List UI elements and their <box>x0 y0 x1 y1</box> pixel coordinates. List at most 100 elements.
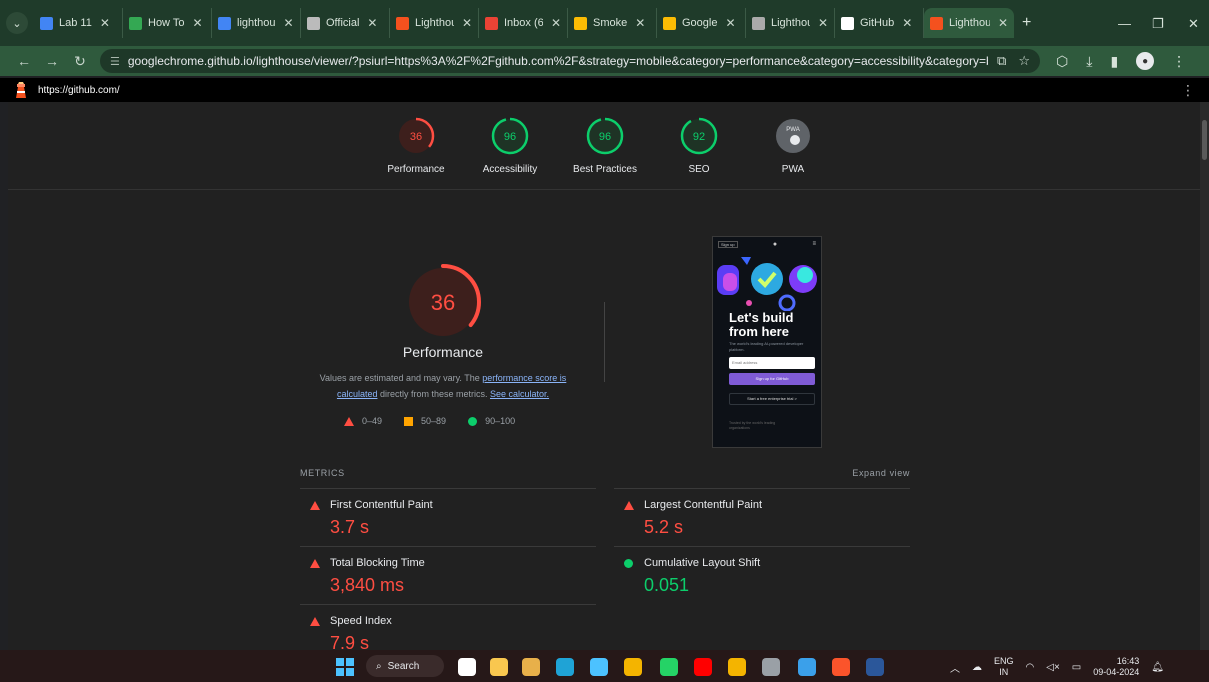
notion-icon[interactable] <box>458 658 476 676</box>
browser-tab[interactable]: GitHub ✕ <box>835 8 924 38</box>
expand-view-toggle[interactable]: Expand view <box>852 468 910 478</box>
notification-bell-icon[interactable]: 🔔︎ <box>1151 662 1164 673</box>
browser-tab[interactable]: Lighthou ✕ <box>924 8 1014 38</box>
gauge-score: 96 <box>599 131 611 143</box>
tab-title: GitHub <box>860 17 895 29</box>
metric-name: Speed Index <box>330 615 392 627</box>
close-window-icon[interactable]: ✕ <box>1188 16 1199 32</box>
side-panel-icon[interactable]: ▮ <box>1110 53 1118 70</box>
gauge-pwa[interactable]: PWA PWA <box>748 116 838 175</box>
weather-icon[interactable]: ☁ <box>972 662 982 673</box>
browser-tab[interactable]: Lighthou ✕ <box>746 8 835 38</box>
browser-tab[interactable]: Lighthou ✕ <box>390 8 479 38</box>
clock-time: 16:43 <box>1116 656 1140 666</box>
metric-name: First Contentful Paint <box>330 499 433 511</box>
pass-circle-icon <box>624 559 633 568</box>
screenshot-cta: Sign up for GitHub <box>729 373 815 385</box>
browser-tab[interactable]: Smoke ✕ <box>568 8 657 38</box>
close-tab-icon[interactable]: ✕ <box>551 16 561 30</box>
site-info-icon[interactable]: ☰ <box>110 55 120 68</box>
minimize-icon[interactable]: — <box>1118 16 1131 31</box>
browser-tab[interactable]: lighthou ✕ <box>212 8 301 38</box>
gauge-seo[interactable]: 92 SEO <box>654 116 744 175</box>
see-calculator-link[interactable]: See calculator. <box>490 389 549 399</box>
reload-icon[interactable]: ↻ <box>66 53 94 70</box>
chrome-menu-icon[interactable]: ⋮ <box>1172 53 1186 70</box>
browser-tab[interactable]: How To ✕ <box>123 8 212 38</box>
fail-triangle-icon <box>310 501 320 510</box>
leaf-icon <box>129 16 142 30</box>
taskbar-search-label: Search <box>387 660 420 672</box>
close-tab-icon[interactable]: ✕ <box>725 16 735 30</box>
close-tab-icon[interactable]: ✕ <box>100 16 110 30</box>
tab-title: Lighthou <box>949 17 990 29</box>
close-tab-icon[interactable]: ✕ <box>902 16 912 30</box>
edge-icon[interactable] <box>556 658 574 676</box>
image-icon <box>752 16 765 30</box>
chrome-active-icon[interactable] <box>762 658 780 676</box>
fail-triangle-icon <box>310 559 320 568</box>
report-menu-icon[interactable]: ⋮ <box>1181 82 1195 99</box>
browser-tab[interactable]: Google ✕ <box>657 8 746 38</box>
chrome-icon[interactable] <box>728 658 746 676</box>
whatsapp-icon[interactable] <box>660 658 678 676</box>
page-scrollbar[interactable] <box>1200 102 1209 650</box>
gauge-ring: 96 <box>491 117 529 155</box>
youtube-icon[interactable] <box>694 658 712 676</box>
metric-largest-contentful-paint: Largest Contentful Paint 5.2 s <box>614 488 910 546</box>
gmail-icon <box>485 16 498 30</box>
forward-arrow-icon[interactable]: → <box>38 53 66 69</box>
notepad-icon[interactable] <box>590 658 608 676</box>
clock[interactable]: 16:43 09-04-2024 <box>1093 656 1139 678</box>
tab-title: lighthou <box>237 17 276 29</box>
back-arrow-icon[interactable]: ← <box>10 53 38 69</box>
close-tab-icon[interactable]: ✕ <box>192 16 202 30</box>
wifi-icon[interactable]: ◠ <box>1026 662 1035 673</box>
download-icon[interactable]: ⤓ <box>1086 53 1092 70</box>
vscode-icon[interactable] <box>798 658 816 676</box>
vertical-divider <box>604 302 605 382</box>
new-tab-button[interactable]: + <box>1022 14 1031 32</box>
chrome-icon[interactable] <box>624 658 642 676</box>
gauge-accessibility[interactable]: 96 Accessibility <box>465 116 555 175</box>
legend-average: 50–89 <box>421 416 447 426</box>
tab-search-chevron-icon[interactable]: ⌄ <box>6 12 28 34</box>
restore-icon[interactable]: ❐ <box>1152 16 1164 32</box>
brave-icon[interactable] <box>832 658 850 676</box>
taskbar-search[interactable]: ⌕ Search <box>366 655 444 677</box>
browser-toolbar: ← → ↻ ☰ googlechrome.github.io/lighthous… <box>0 46 1209 76</box>
browser-tab[interactable]: Official ✕ <box>301 8 390 38</box>
browser-tab[interactable]: Inbox (6 ✕ <box>479 8 568 38</box>
close-tab-icon[interactable]: ✕ <box>462 16 472 30</box>
tab-strip: ⌄ Lab 11 ✕ How To ✕ lighthou ✕ Official ✕ Lighth… <box>0 0 1209 46</box>
browser-tab[interactable]: Lab 11 ✕ <box>34 8 123 38</box>
file-explorer-icon[interactable] <box>490 658 508 676</box>
close-tab-icon[interactable]: ✕ <box>635 16 645 30</box>
page-screenshot-thumbnail[interactable]: Sign up ● ≡ Let's build from here The wo… <box>712 236 822 448</box>
volume-icon[interactable]: ◁× <box>1046 662 1060 673</box>
fail-triangle-icon <box>310 617 320 626</box>
extensions-icon[interactable]: ⬡ <box>1056 53 1068 70</box>
language-indicator[interactable]: ENG IN <box>994 656 1014 678</box>
close-tab-icon[interactable]: ✕ <box>998 16 1008 30</box>
bookmark-star-icon[interactable]: ☆ <box>1018 53 1030 69</box>
address-bar[interactable]: ☰ googlechrome.github.io/lighthouse/view… <box>100 49 1040 73</box>
gauge-label: SEO <box>688 164 710 175</box>
install-app-icon[interactable]: ⧉ <box>997 53 1006 69</box>
category-gauges: 36 Performance 96 Accessibility 96 Best Pract… <box>8 102 1200 190</box>
scrollbar-thumb[interactable] <box>1202 120 1207 160</box>
metric-cumulative-layout-shift: Cumulative Layout Shift 0.051 <box>614 546 910 604</box>
profile-avatar[interactable]: ● <box>1136 52 1155 70</box>
close-tab-icon[interactable]: ✕ <box>284 16 294 30</box>
close-tab-icon[interactable]: ✕ <box>367 16 377 30</box>
tray-chevron-icon[interactable]: ︿ <box>950 660 960 675</box>
gauge-performance[interactable]: 36 Performance <box>371 116 461 175</box>
gauge-best-practices[interactable]: 96 Best Practices <box>560 116 650 175</box>
report-url[interactable]: https://github.com/ <box>38 85 120 96</box>
gauge-label: Performance <box>387 164 445 175</box>
word-icon[interactable] <box>866 658 884 676</box>
chrome-icon[interactable] <box>522 658 540 676</box>
close-tab-icon[interactable]: ✕ <box>818 16 828 30</box>
battery-icon[interactable]: ▭ <box>1072 662 1081 673</box>
windows-start-icon[interactable] <box>336 658 354 676</box>
